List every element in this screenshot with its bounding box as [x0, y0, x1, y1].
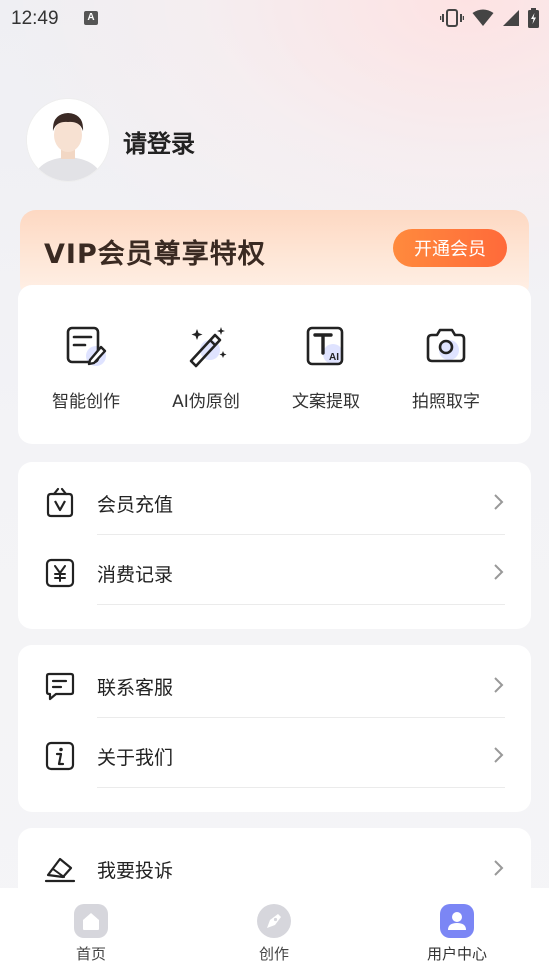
camera-icon — [423, 323, 469, 369]
magic-wand-icon — [183, 323, 229, 369]
divider — [97, 604, 505, 605]
pen-icon — [257, 904, 291, 938]
smart-create-icon — [63, 323, 109, 369]
vip-title: VIP会员尊享特权 — [44, 239, 266, 270]
chevron-right-icon — [494, 747, 504, 763]
tab-create[interactable]: 创作 — [224, 904, 324, 964]
status-time: 12:49 — [11, 8, 59, 29]
tool-label: AI伪原创 — [172, 392, 240, 412]
tab-home[interactable]: 首页 — [41, 904, 141, 964]
chevron-right-icon — [494, 494, 504, 510]
tab-label: 用户中心 — [426, 945, 487, 963]
menu-label: 消费记录 — [97, 564, 174, 586]
user-icon — [440, 904, 474, 938]
text-extract-icon: AI — [303, 323, 349, 369]
status-bar: 12:49 A — [0, 0, 549, 38]
svg-text:AI: AI — [329, 352, 339, 363]
tool-label: 智能创作 — [52, 392, 120, 412]
info-icon — [45, 741, 75, 771]
battery-icon — [528, 8, 539, 28]
vip-recharge-icon — [46, 487, 74, 518]
tab-user-center[interactable]: 用户中心 — [407, 904, 507, 964]
menu-group-account: 会员充值 消费记录 — [18, 462, 531, 629]
tab-label: 创作 — [258, 945, 289, 963]
tool-text-extract[interactable]: AI 文案提取 — [266, 323, 386, 412]
tool-ai-rewrite[interactable]: AI伪原创 — [146, 323, 266, 412]
tool-smart-create[interactable]: 智能创作 — [26, 323, 146, 412]
menu-item-about[interactable]: 关于我们 — [18, 718, 531, 788]
tab-label: 首页 — [75, 945, 106, 963]
chevron-right-icon — [494, 860, 504, 876]
tools-panel: 智能创作 AI伪原创 AI 文案提取 拍照取字 — [18, 285, 531, 444]
menu-label: 关于我们 — [97, 747, 174, 769]
tool-photo-text[interactable]: 拍照取字 — [386, 323, 506, 412]
signal-icon — [503, 10, 519, 26]
yen-record-icon — [45, 558, 75, 588]
home-icon — [74, 904, 108, 938]
avatar[interactable] — [27, 99, 109, 181]
menu-item-contact[interactable]: 联系客服 — [18, 648, 531, 718]
chevron-right-icon — [494, 677, 504, 693]
login-prompt[interactable]: 请登录 — [123, 124, 195, 159]
menu-label: 联系客服 — [97, 677, 174, 699]
open-vip-button[interactable]: 开通会员 — [393, 229, 507, 267]
status-icons — [440, 8, 539, 28]
notification-a-icon: A — [84, 11, 98, 25]
profile-header[interactable]: 请登录 — [27, 99, 427, 181]
menu-label: 会员充值 — [97, 494, 174, 516]
menu-group-support: 联系客服 关于我们 — [18, 645, 531, 812]
wifi-icon — [472, 9, 494, 26]
menu-item-vip-recharge[interactable]: 会员充值 — [18, 465, 531, 535]
bottom-tab-bar: 首页 创作 用户中心 — [0, 888, 549, 976]
menu-label: 我要投诉 — [97, 860, 174, 882]
complaint-icon — [44, 857, 76, 883]
tool-label: 文案提取 — [292, 392, 360, 412]
tool-label: 拍照取字 — [412, 392, 480, 412]
menu-item-records[interactable]: 消费记录 — [18, 535, 531, 605]
vibrate-icon — [440, 9, 464, 27]
avatar-person-icon — [27, 99, 109, 181]
divider — [97, 787, 505, 788]
chevron-right-icon — [494, 564, 504, 580]
chat-service-icon — [45, 672, 75, 701]
